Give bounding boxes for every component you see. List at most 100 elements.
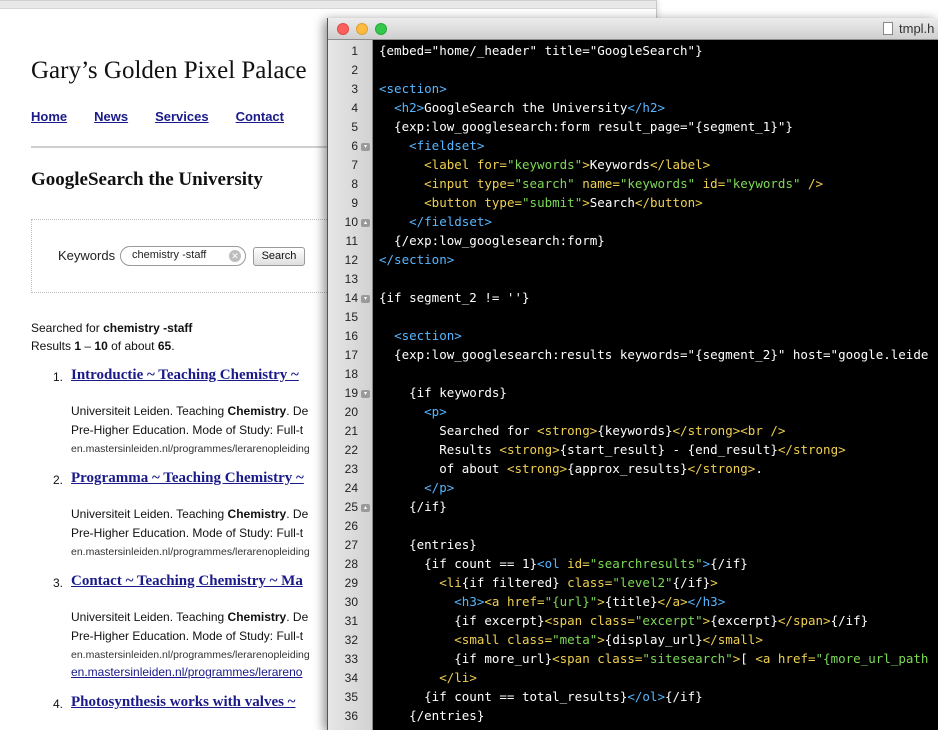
code-line: <section>: [379, 81, 447, 96]
line-number: 20: [344, 405, 358, 419]
searched-query: chemistry -staff: [103, 321, 193, 335]
line-number: 36: [344, 709, 358, 723]
minimize-window-button[interactable]: [356, 23, 368, 35]
line-number: 15: [344, 310, 358, 324]
result-display-url: en.mastersinleiden.nl/programmes/leraren…: [71, 546, 310, 558]
line-number: 21: [344, 424, 358, 438]
searched-for-label: Searched for: [31, 321, 100, 335]
code-line: {/if}: [379, 499, 447, 514]
result-title-link[interactable]: Introductie ~ Teaching Chemistry ~: [71, 367, 299, 384]
code-area[interactable]: {embed="home/_header" title="GoogleSearc…: [374, 40, 938, 730]
line-number: 35: [344, 690, 358, 704]
line-number: 9: [351, 196, 358, 210]
results-total: 65: [157, 339, 172, 353]
results-about-label: of about: [111, 339, 155, 353]
code-editor-window: tmpl.h 1 2 3 4 5 6 ▾ 7 8 9 10 ▴ 11 12 13 14 ▾ 15 16 17 18 19 ▾…: [327, 18, 938, 730]
line-number: 33: [344, 652, 358, 666]
close-window-button[interactable]: [337, 23, 349, 35]
line-number: 29: [344, 576, 358, 590]
zoom-window-button[interactable]: [375, 23, 387, 35]
line-number: 31: [344, 614, 358, 628]
code-line: {if excerpt}<span class="excerpt">{excer…: [379, 613, 869, 628]
line-number: 8: [351, 177, 358, 191]
nav-link-contact[interactable]: Contact: [236, 109, 284, 124]
code-line: {/entries}: [379, 708, 485, 723]
page-heading: GoogleSearch the University: [31, 169, 263, 190]
header-divider: [31, 146, 361, 148]
line-number: 2: [351, 63, 358, 77]
result-title-link[interactable]: Programma ~ Teaching Chemistry ~: [71, 470, 304, 487]
line-number: 26: [344, 519, 358, 533]
result-number: 3.: [53, 576, 64, 590]
result-title-link[interactable]: Photosynthesis works with valves ~: [71, 694, 296, 711]
line-number: 6: [351, 139, 358, 153]
line-number: 27: [344, 538, 358, 552]
result-number: 1.: [53, 370, 64, 384]
line-number: 32: [344, 633, 358, 647]
code-line: Results <strong>{start_result} - {end_re…: [379, 442, 846, 457]
code-line: {if count == total_results}</ol>{/if}: [379, 689, 703, 704]
result-excerpt-line-1: Universiteit Leiden. Teaching Chemistry.…: [71, 404, 309, 418]
line-number: 5: [351, 120, 358, 134]
results-summary: Searched for chemistry -staff Results 1 …: [31, 319, 192, 355]
line-number-gutter: 1 2 3 4 5 6 ▾ 7 8 9 10 ▴ 11 12 13 14 ▾ 15 16 17 18 19 ▾ 20 21 22 2…: [328, 40, 373, 730]
line-number: 18: [344, 367, 358, 381]
line-number: 11: [345, 234, 358, 248]
code-line: <section>: [394, 328, 462, 343]
code-line: Searched for <strong>{keywords}</strong>…: [379, 423, 786, 438]
code-fold-icon[interactable]: ▴: [361, 504, 370, 512]
line-number: 30: [344, 595, 358, 609]
line-number: 16: [344, 329, 358, 343]
results-count-line: Results 1 – 10 of about 65.: [31, 339, 175, 353]
result-number: 4.: [53, 697, 64, 711]
code-line: {exp:low_googlesearch:form result_page="…: [379, 119, 793, 134]
clear-search-icon[interactable]: ✕: [229, 250, 241, 262]
nav-link-home[interactable]: Home: [31, 109, 67, 124]
result-excerpt-line-2: Pre-Higher Education. Mode of Study: Ful…: [71, 526, 304, 540]
code-line: <p>: [424, 404, 447, 419]
code-fold-icon[interactable]: ▾: [361, 390, 370, 398]
code-fold-icon[interactable]: ▴: [361, 219, 370, 227]
code-fold-icon[interactable]: ▾: [361, 143, 370, 151]
code-line: <li{if filtered} class="level2"{/if}>: [439, 575, 718, 590]
search-form: Keywords chemistry -staff ✕ Search: [31, 219, 351, 293]
result-excerpt-line-1: Universiteit Leiden. Teaching Chemistry.…: [71, 507, 309, 521]
line-number: 13: [344, 272, 358, 286]
code-line: {if keywords}: [379, 385, 507, 400]
line-number: 24: [344, 481, 358, 495]
result-title-link[interactable]: Contact ~ Teaching Chemistry ~ Ma: [71, 573, 303, 590]
nav-link-news[interactable]: News: [94, 109, 128, 124]
code-line: </li>: [439, 670, 477, 685]
code-line: {if count == 1}<ol id="searchresults">{/…: [379, 556, 748, 571]
results-end: 10: [94, 339, 108, 353]
site-title: Gary’s Golden Pixel Palace: [31, 57, 307, 84]
results-start: 1: [74, 339, 82, 353]
nav-link-services[interactable]: Services: [155, 109, 209, 124]
code-line: <label for="keywords">Keywords</label>: [424, 157, 711, 172]
keywords-search-input[interactable]: chemistry -staff ✕: [120, 246, 246, 266]
document-icon: [883, 22, 893, 35]
code-line: {embed="home/_header" title="GoogleSearc…: [379, 43, 703, 58]
keywords-label: Keywords: [58, 248, 116, 263]
line-number: 14: [344, 291, 358, 305]
result-display-url: en.mastersinleiden.nl/programmes/leraren…: [71, 649, 310, 661]
results-label: Results: [31, 339, 72, 353]
code-line: <button type="submit">Search</button>: [424, 195, 703, 210]
code-line: </p>: [424, 480, 455, 495]
editor-titlebar[interactable]: tmpl.h: [328, 18, 938, 40]
line-number: 17: [344, 348, 358, 362]
line-number: 7: [351, 158, 358, 172]
code-line: {if segment_2 != ''}: [379, 290, 530, 305]
code-line: <h3><a href="{url}">{title}</a></h3>: [454, 594, 726, 609]
code-line: <h2>GoogleSearch the University</h2>: [394, 100, 666, 115]
line-number: 34: [344, 671, 358, 685]
code-line: <small class="meta">{display_url}</small…: [454, 632, 763, 647]
search-button[interactable]: Search: [253, 247, 305, 266]
code-line: {if more_url}<span class="sitesearch">[ …: [379, 651, 929, 666]
line-number: 1: [351, 44, 358, 58]
site-nav: Home News Services Contact: [31, 109, 284, 124]
result-display-url: en.mastersinleiden.nl/programmes/leraren…: [71, 443, 310, 455]
code-fold-icon[interactable]: ▾: [361, 295, 370, 303]
result-more-link[interactable]: en.mastersinleiden.nl/programmes/leraren…: [71, 665, 302, 679]
browser-window-edge: [0, 1, 656, 9]
